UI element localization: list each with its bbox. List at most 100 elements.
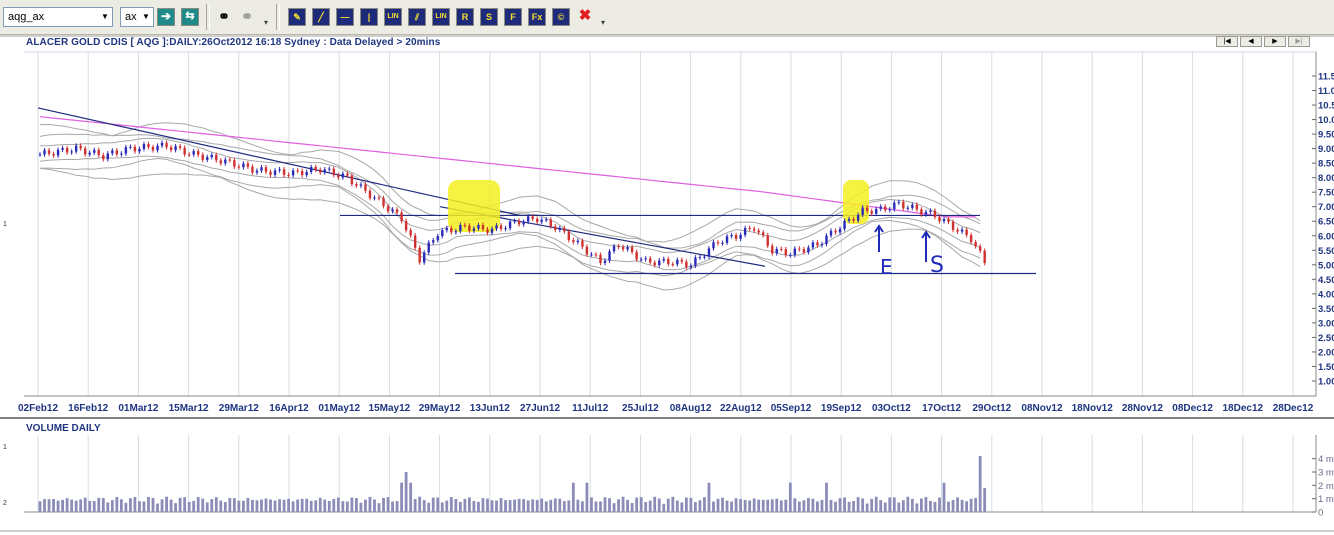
- candle-body: [70, 151, 73, 153]
- candle-body: [784, 249, 787, 256]
- candle-body: [915, 204, 919, 210]
- volume-bar: [156, 503, 159, 512]
- volume-bar: [522, 499, 526, 512]
- volume-bar: [684, 497, 688, 512]
- volume-bar: [617, 499, 620, 512]
- volume-bar: [83, 497, 87, 512]
- candle-body: [74, 145, 78, 152]
- candle-body: [332, 168, 335, 176]
- candle-body: [960, 229, 964, 232]
- volume-bar: [969, 498, 973, 512]
- volume-bar: [558, 498, 562, 512]
- volume-bar: [743, 499, 747, 512]
- volume-bar: [843, 497, 846, 512]
- x-tick-label: 29Oct12: [972, 403, 1011, 414]
- candle-body: [210, 154, 213, 158]
- candle-body: [572, 240, 575, 243]
- volume-bar: [169, 499, 173, 512]
- volume-bar: [978, 456, 982, 512]
- volume-bar: [47, 499, 51, 512]
- volume-bar: [391, 501, 394, 512]
- volume-bar: [730, 501, 733, 512]
- volume-bar: [671, 496, 675, 512]
- volume-bar: [793, 498, 797, 512]
- candle-body: [734, 235, 738, 239]
- volume-bar: [571, 482, 575, 512]
- volume-bar: [847, 501, 851, 512]
- volume-bar: [92, 501, 96, 512]
- candle-body: [739, 234, 742, 239]
- candle-body: [730, 235, 733, 237]
- candle-body: [906, 207, 910, 209]
- candle-body: [956, 229, 959, 232]
- candle-body: [870, 210, 873, 214]
- candle-body: [56, 149, 60, 156]
- chart-canvas[interactable]: 11.5 11.0 10.5 10.0 9.50 9.00 8.50 8.00 7.50 7.00…: [0, 0, 1334, 535]
- candle-body: [147, 144, 150, 148]
- volume-bar: [183, 497, 187, 512]
- volume-bar: [486, 498, 489, 512]
- candle-body: [662, 258, 665, 261]
- volume-bar: [364, 499, 367, 512]
- candle-body: [328, 168, 331, 170]
- candle-body: [197, 151, 200, 155]
- volume-bar: [382, 497, 385, 512]
- candle-body: [676, 259, 679, 265]
- candle-body: [942, 218, 946, 222]
- candle-body: [102, 155, 105, 160]
- volume-bar: [74, 500, 78, 512]
- candle-body: [382, 198, 385, 207]
- candle-body: [852, 219, 855, 221]
- candle-body: [459, 225, 462, 232]
- volume-bar: [219, 500, 223, 512]
- candle-body: [319, 169, 322, 173]
- x-tick-label: 29Mar12: [219, 403, 259, 414]
- volume-bar: [517, 498, 521, 512]
- volume-bar: [413, 498, 417, 512]
- candle-body: [721, 242, 724, 244]
- candle-body: [522, 221, 525, 225]
- y-tick-label: 9.00: [1318, 144, 1334, 155]
- volume-bar: [698, 500, 702, 512]
- y-tick-label: 4.00: [1318, 289, 1334, 300]
- candle-body: [780, 248, 783, 250]
- volume-bar: [666, 498, 670, 512]
- volume-bar: [309, 500, 313, 512]
- volume-tick-label: 2 m: [1318, 481, 1334, 492]
- candle-body: [798, 248, 801, 250]
- volume-bar: [422, 500, 426, 512]
- candle-body: [219, 160, 222, 164]
- y-tick-label: 5.50: [1318, 246, 1334, 257]
- volume-bar: [951, 499, 955, 512]
- candle-body: [138, 148, 141, 152]
- volume-bar: [585, 482, 589, 512]
- candle-body: [563, 228, 566, 232]
- candle-body: [585, 246, 589, 255]
- volume-bar: [174, 503, 177, 512]
- volume-bar: [65, 498, 69, 512]
- candle-body: [165, 142, 168, 148]
- candle-body: [282, 169, 286, 175]
- candle-body: [820, 244, 824, 246]
- candle-body: [337, 175, 340, 178]
- volume-bar: [766, 499, 770, 512]
- candle-body: [423, 252, 426, 263]
- candle-body: [802, 249, 806, 253]
- y-tick-label: 1.50: [1318, 362, 1334, 373]
- volume-bar: [757, 499, 761, 512]
- volume-bar: [929, 500, 932, 512]
- volume-bar: [449, 497, 453, 512]
- volume-bar: [639, 497, 643, 512]
- volume-bar: [861, 498, 865, 512]
- candle-body: [757, 230, 760, 233]
- candle-body: [531, 216, 534, 219]
- candle-body: [576, 240, 580, 243]
- volume-bar: [703, 497, 706, 512]
- candle-body: [450, 228, 453, 233]
- volume-bar: [454, 499, 458, 512]
- x-tick-label: 11Jul12: [572, 403, 609, 414]
- candle-body: [242, 163, 245, 168]
- candle-body: [775, 248, 778, 254]
- candle-body: [463, 225, 467, 227]
- x-tick-label: 08Nov12: [1021, 403, 1063, 414]
